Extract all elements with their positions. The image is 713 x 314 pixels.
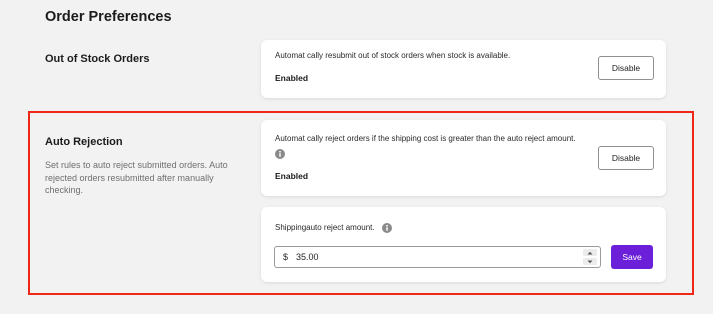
- out-of-stock-status: Enabled: [275, 73, 309, 83]
- shipping-amount-card: Shippingauto reject amount. $ 35.00 Save: [261, 207, 666, 282]
- chevron-up-icon[interactable]: [583, 249, 597, 256]
- auto-rejection-status: Enabled: [275, 171, 309, 181]
- chevron-down-icon[interactable]: [583, 258, 597, 265]
- out-of-stock-section-title: Out of Stock Orders: [45, 53, 150, 65]
- auto-rejection-card: Automat cally reject orders if the shipp…: [261, 120, 666, 196]
- amount-stepper[interactable]: [583, 249, 597, 265]
- out-of-stock-card: Automat cally resubmit out of stock orde…: [261, 40, 666, 98]
- shipping-amount-input[interactable]: $ 35.00: [274, 246, 601, 268]
- auto-rejection-section-title: Auto Rejection: [45, 136, 123, 148]
- page-title: Order Preferences: [45, 9, 172, 25]
- shipping-amount-value[interactable]: 35.00: [296, 252, 319, 262]
- currency-symbol: $: [283, 252, 289, 262]
- save-button[interactable]: Save: [611, 245, 653, 269]
- shipping-amount-label: Shippingauto reject amount.: [275, 223, 375, 232]
- auto-rejection-section-description: Set rules to auto reject submitted order…: [45, 160, 228, 195]
- auto-rejection-description: Automat cally reject orders if the shipp…: [275, 134, 576, 143]
- auto-rejection-disable-button[interactable]: Disable: [598, 146, 654, 170]
- out-of-stock-disable-button[interactable]: Disable: [598, 56, 654, 80]
- info-icon[interactable]: [382, 223, 392, 233]
- out-of-stock-description: Automat cally resubmit out of stock orde…: [275, 51, 511, 60]
- info-icon[interactable]: [275, 149, 285, 159]
